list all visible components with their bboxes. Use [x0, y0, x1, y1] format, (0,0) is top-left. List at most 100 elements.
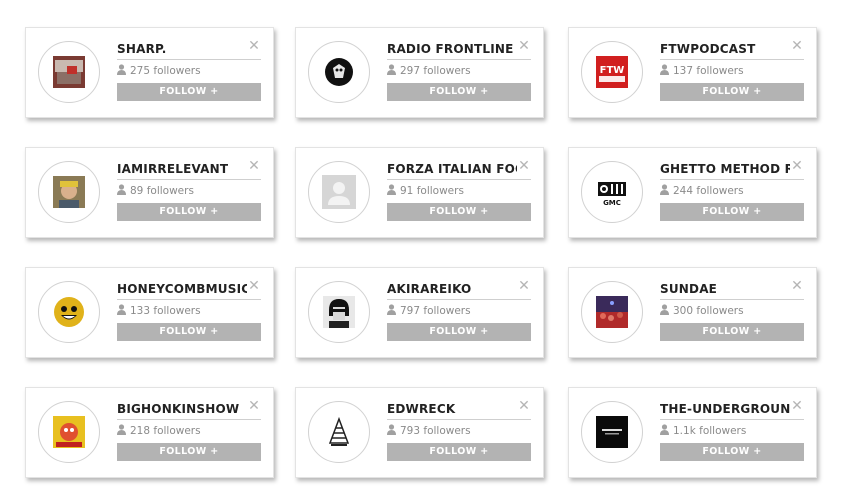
follower-count: 297 followers: [387, 64, 471, 77]
channel-name[interactable]: EDWRECK: [387, 402, 517, 416]
channel-name[interactable]: AKIRAREIKO: [387, 282, 517, 296]
avatar[interactable]: [308, 161, 370, 223]
follower-count-text: 297 followers: [400, 65, 471, 77]
close-icon[interactable]: ✕: [247, 399, 261, 413]
avatar[interactable]: FTW: [581, 41, 643, 103]
avatar[interactable]: [581, 281, 643, 343]
close-icon[interactable]: ✕: [517, 39, 531, 53]
close-icon[interactable]: ✕: [247, 279, 261, 293]
channel-name[interactable]: IAMIRRELEVANT: [117, 162, 247, 176]
close-icon[interactable]: ✕: [247, 39, 261, 53]
avatar[interactable]: [308, 41, 370, 103]
avatar-image: [323, 416, 355, 448]
avatar-image: [596, 416, 628, 448]
follower-count: 793 followers: [387, 424, 471, 437]
avatar[interactable]: [38, 41, 100, 103]
avatar-image: [53, 56, 85, 88]
divider: [117, 59, 261, 60]
follow-button[interactable]: FOLLOW +: [660, 443, 804, 461]
follower-count: 275 followers: [117, 64, 201, 77]
person-icon: [660, 64, 669, 75]
divider: [117, 419, 261, 420]
divider: [660, 179, 804, 180]
avatar-image: [53, 416, 85, 448]
follow-button[interactable]: FOLLOW +: [387, 443, 531, 461]
follower-count-text: 244 followers: [673, 185, 744, 197]
follower-count: 300 followers: [660, 304, 744, 317]
avatar[interactable]: [38, 401, 100, 463]
profile-card: AKIRAREIKO ✕ 797 followers FOLLOW +: [295, 267, 544, 358]
avatar[interactable]: [308, 401, 370, 463]
channel-name[interactable]: SUNDAE: [660, 282, 790, 296]
channel-name[interactable]: GHETTO METHOD RADI: [660, 162, 790, 176]
follower-count-text: 797 followers: [400, 305, 471, 317]
follower-count-text: 275 followers: [130, 65, 201, 77]
avatar-image: [54, 297, 84, 327]
follower-count: 89 followers: [117, 184, 194, 197]
follow-button[interactable]: FOLLOW +: [117, 203, 261, 221]
divider: [117, 299, 261, 300]
profile-card: SHARP. ✕ 275 followers FOLLOW +: [25, 27, 274, 118]
avatar-image: [323, 296, 355, 328]
channel-name[interactable]: FTWPODCAST: [660, 42, 790, 56]
follower-count: 218 followers: [117, 424, 201, 437]
follow-button[interactable]: FOLLOW +: [660, 203, 804, 221]
profile-card: GMC GHETTO METHOD RADI ✕ 244 followers F…: [568, 147, 817, 238]
close-icon[interactable]: ✕: [247, 159, 261, 173]
divider: [387, 419, 531, 420]
channel-name[interactable]: FORZA ITALIAN FOOTE: [387, 162, 517, 176]
follow-button[interactable]: FOLLOW +: [660, 83, 804, 101]
follow-button[interactable]: FOLLOW +: [387, 83, 531, 101]
svg-text:GMC: GMC: [603, 199, 621, 207]
follower-count-text: 793 followers: [400, 425, 471, 437]
avatar-image: GMC: [596, 176, 628, 208]
divider: [387, 179, 531, 180]
follower-count-text: 1.1k followers: [673, 425, 747, 437]
avatar-image: [53, 176, 85, 208]
avatar[interactable]: [38, 161, 100, 223]
channel-name[interactable]: RADIO FRONTLINE: [387, 42, 517, 56]
avatar[interactable]: [581, 401, 643, 463]
channel-name[interactable]: SHARP.: [117, 42, 247, 56]
profile-card: RADIO FRONTLINE ✕ 297 followers FOLLOW +: [295, 27, 544, 118]
avatar[interactable]: [38, 281, 100, 343]
follow-button[interactable]: FOLLOW +: [387, 203, 531, 221]
default-avatar-icon: [322, 175, 356, 209]
follow-button[interactable]: FOLLOW +: [117, 443, 261, 461]
channel-name[interactable]: BIGHONKINSHOW: [117, 402, 247, 416]
profile-card: IAMIRRELEVANT ✕ 89 followers FOLLOW +: [25, 147, 274, 238]
follower-count: 133 followers: [117, 304, 201, 317]
follow-button[interactable]: FOLLOW +: [660, 323, 804, 341]
avatar[interactable]: [308, 281, 370, 343]
avatar[interactable]: GMC: [581, 161, 643, 223]
profile-card: HONEYCOMBMUSIC ✕ 133 followers FOLLOW +: [25, 267, 274, 358]
profile-card: FTW FTWPODCAST ✕ 137 followers FOLLOW +: [568, 27, 817, 118]
close-icon[interactable]: ✕: [790, 159, 804, 173]
channel-name[interactable]: HONEYCOMBMUSIC: [117, 282, 247, 296]
avatar-image: [325, 58, 353, 86]
close-icon[interactable]: ✕: [517, 159, 531, 173]
profile-card: BIGHONKINSHOW ✕ 218 followers FOLLOW +: [25, 387, 274, 478]
person-icon: [660, 184, 669, 195]
close-icon[interactable]: ✕: [517, 399, 531, 413]
follow-button[interactable]: FOLLOW +: [117, 323, 261, 341]
follower-count-text: 300 followers: [673, 305, 744, 317]
profile-card: EDWRECK ✕ 793 followers FOLLOW +: [295, 387, 544, 478]
close-icon[interactable]: ✕: [790, 39, 804, 53]
person-icon: [117, 424, 126, 435]
channel-name[interactable]: THE-UNDERGROUND-S: [660, 402, 790, 416]
person-icon: [387, 64, 396, 75]
follow-button[interactable]: FOLLOW +: [387, 323, 531, 341]
person-icon: [660, 304, 669, 315]
follow-button[interactable]: FOLLOW +: [117, 83, 261, 101]
close-icon[interactable]: ✕: [517, 279, 531, 293]
close-icon[interactable]: ✕: [790, 399, 804, 413]
person-icon: [387, 184, 396, 195]
follower-count-text: 133 followers: [130, 305, 201, 317]
divider: [387, 299, 531, 300]
divider: [117, 179, 261, 180]
person-icon: [117, 64, 126, 75]
close-icon[interactable]: ✕: [790, 279, 804, 293]
follower-count: 244 followers: [660, 184, 744, 197]
avatar-image: [596, 296, 628, 328]
